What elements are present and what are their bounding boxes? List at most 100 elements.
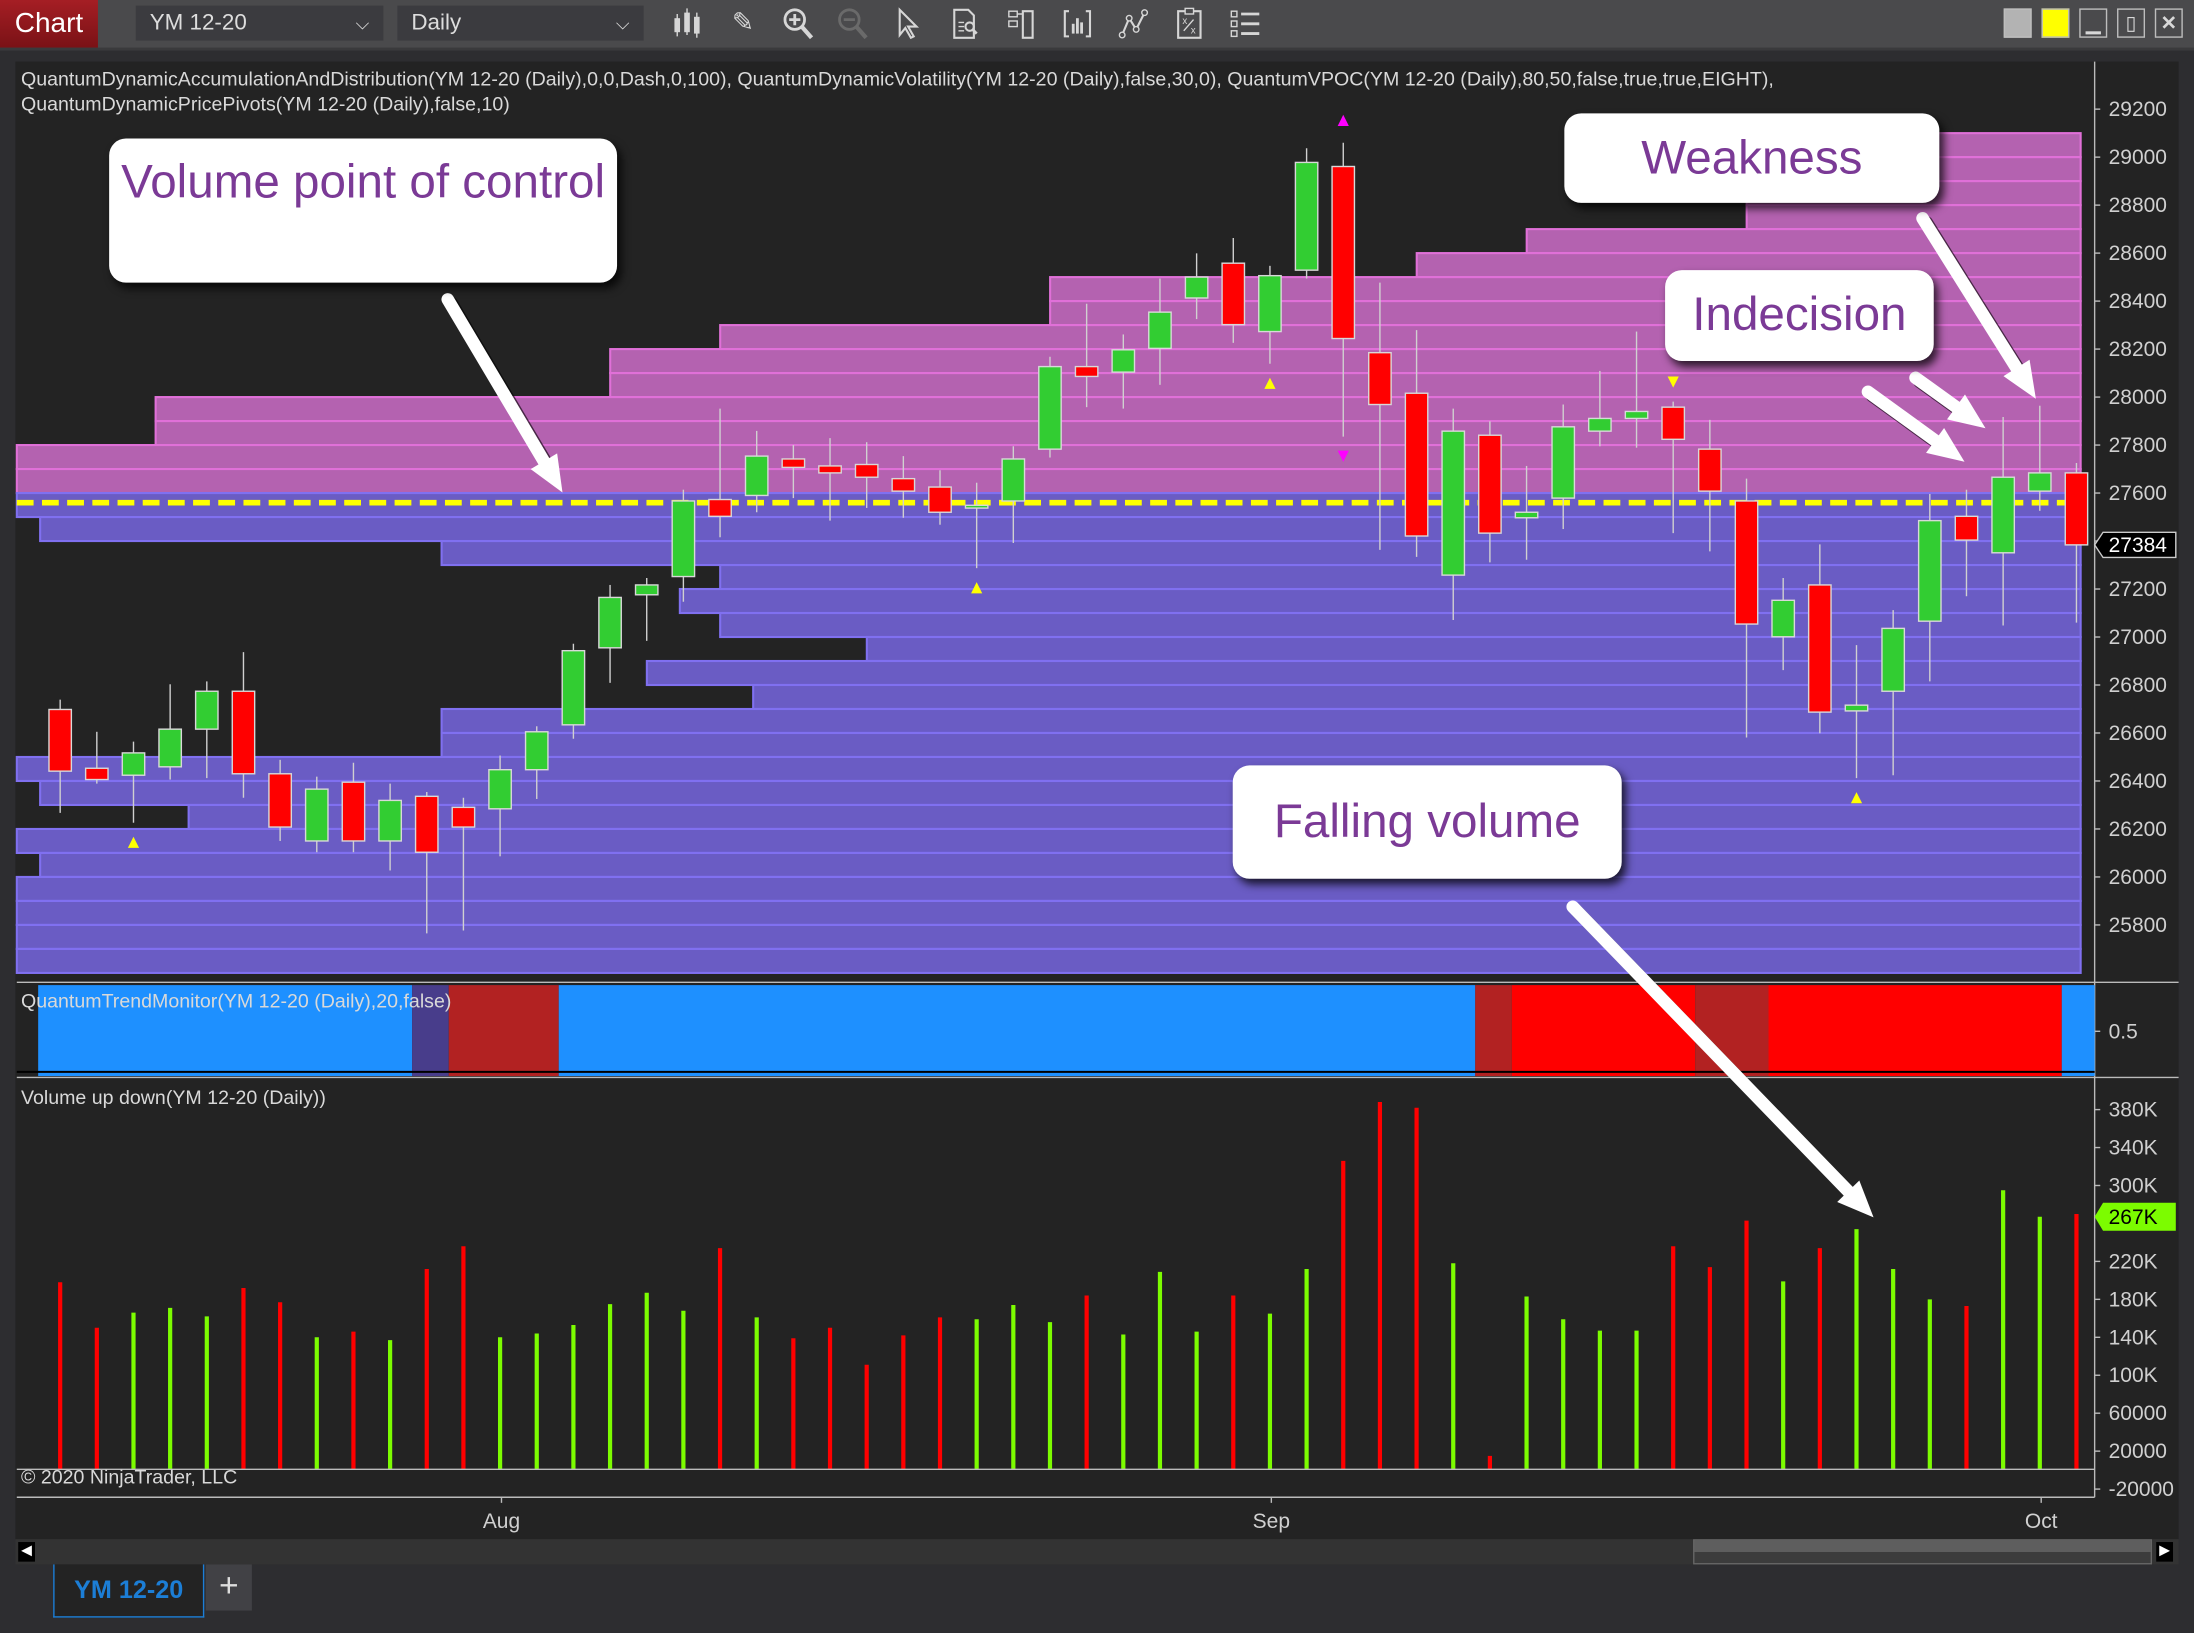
- candle-body: [1917, 519, 1942, 622]
- volume-tick-label: 60000: [2109, 1402, 2167, 1425]
- volume-tick-label: 300K: [2109, 1174, 2158, 1197]
- candle: [1294, 148, 1319, 279]
- candle-body: [1258, 274, 1282, 333]
- callout-indecision: Indecision: [1665, 270, 1934, 362]
- candle-body: [634, 584, 659, 596]
- candle-body: [194, 690, 219, 730]
- volume-tick-label: 20000: [2109, 1440, 2167, 1463]
- candle-body: [1587, 417, 1612, 432]
- candle-body: [1551, 426, 1576, 499]
- callout-falling-volume: Falling volume: [1232, 765, 1622, 879]
- candle-body: [1697, 448, 1722, 492]
- volume-tick-label: 180K: [2109, 1288, 2158, 1311]
- candle-body: [524, 731, 549, 771]
- price-panel-indicators-line2: QuantumDynamicPricePivots(YM 12-20 (Dail…: [20, 92, 510, 115]
- tab-ym-12-20[interactable]: YM 12-20: [53, 1564, 205, 1618]
- last-price-label: 27384: [2109, 534, 2168, 557]
- trend-segment-weak-down: [448, 985, 559, 1077]
- candle-body: [1881, 627, 1906, 692]
- candle-body: [84, 767, 109, 781]
- candle: [561, 643, 586, 739]
- callout-weakness: Weakness: [1564, 113, 1940, 203]
- volume-profile-row: [15, 899, 2082, 926]
- candle-body: [1038, 365, 1062, 450]
- time-axis: Aug Sep Oct: [16, 1496, 2095, 1533]
- callout-vpoc: Volume point of control: [109, 138, 618, 283]
- candle-body: [708, 498, 732, 518]
- volume-bars: [16, 1102, 2095, 1470]
- price-tick-label: 26600: [2109, 722, 2167, 745]
- volume-tick-label: 140K: [2109, 1326, 2158, 1349]
- candle-body: [488, 769, 512, 810]
- price-tick-label: 27600: [2109, 482, 2167, 505]
- price-panel-indicators-line1: QuantumDynamicAccumulationAndDistributio…: [20, 67, 1774, 90]
- candle-body: [378, 799, 402, 842]
- candle-body: [1148, 311, 1172, 350]
- candle: [598, 584, 622, 683]
- candle-body: [1221, 262, 1246, 326]
- candle-body: [964, 504, 989, 509]
- volume-profile-row: [15, 947, 2082, 974]
- volume-label: Volume up down(YM 12-20 (Daily)): [20, 1085, 326, 1109]
- candle-body: [1954, 515, 1979, 541]
- volume-profile-row: [678, 587, 2082, 615]
- candle-body: [781, 458, 806, 469]
- last-volume-label: 267K: [2109, 1206, 2158, 1229]
- price-tick-label: 26400: [2109, 770, 2167, 793]
- candle: [634, 577, 659, 641]
- candle-body: [1184, 276, 1209, 299]
- price-tick-label: 26800: [2109, 674, 2167, 697]
- scroll-right-button[interactable]: ▶: [2156, 1542, 2174, 1562]
- candle-body: [1807, 584, 1832, 713]
- candle-body: [1771, 599, 1796, 638]
- volume-profile-row: [39, 851, 2082, 879]
- candle-body: [1478, 434, 1502, 534]
- volume-profile-row: [1745, 204, 2082, 231]
- candle-body: [1991, 476, 2016, 554]
- candle-body: [304, 788, 329, 842]
- candle-body: [1624, 410, 1649, 420]
- ninjatrader-chart-window: Chart YM 12-20 ⌵ Daily ⌵ ✎ x x ▁ ▯ ✕ 292…: [0, 0, 2194, 1633]
- volume-axis: 380K 340K 300K 220K 180K 140K 100K 60000 20000 -2…: [2094, 1099, 2176, 1501]
- candle-body: [121, 752, 146, 776]
- price-tick-label: 28400: [2109, 290, 2167, 313]
- volume-profile-row: [15, 468, 2082, 495]
- time-tick-label: Oct: [2025, 1510, 2058, 1533]
- volume-tick-label: -20000: [2109, 1478, 2174, 1501]
- scrollbar-thumb[interactable]: [1693, 1539, 2153, 1565]
- volume-tick-label: 340K: [2109, 1137, 2158, 1160]
- volume-profile-row: [15, 755, 2082, 783]
- volume-profile-row: [39, 515, 2082, 543]
- candle-body: [671, 500, 696, 578]
- copyright-text: © 2020 NinjaTrader, LLC: [20, 1465, 238, 1488]
- candle: [158, 684, 183, 780]
- candle-body: [561, 649, 586, 726]
- candle-body: [1074, 365, 1099, 378]
- trend-monitor-label: QuantumTrendMonitor(YM 12-20 (Daily),20,…: [20, 989, 452, 1012]
- price-tick-label: 28200: [2109, 338, 2167, 361]
- candle-body: [1734, 500, 1759, 625]
- candle-body: [2027, 472, 2052, 492]
- horizontal-scrollbar[interactable]: ◀ ▶: [15, 1539, 2179, 1565]
- candle-body: [1331, 165, 1356, 340]
- price-tick-label: 26200: [2109, 818, 2167, 841]
- price-tick-label: 28600: [2109, 242, 2167, 265]
- candle-body: [2064, 472, 2089, 546]
- candle-body: [1294, 161, 1319, 271]
- candle-body: [928, 486, 952, 513]
- volume-profile-row: [154, 420, 2082, 447]
- scroll-left-button[interactable]: ◀: [18, 1542, 35, 1562]
- add-tab-button[interactable]: +: [205, 1564, 252, 1611]
- volume-profile-row: [440, 707, 2082, 735]
- volume-profile-row: [719, 611, 2082, 639]
- candle-body: [1844, 704, 1869, 712]
- price-tick-label: 28000: [2109, 386, 2167, 409]
- volume-profile-row: [15, 923, 2082, 950]
- candle-body: [341, 781, 366, 842]
- pivot-up-marker: [1337, 114, 1349, 126]
- candle-body: [891, 477, 916, 492]
- price-tick-label: 27000: [2109, 626, 2167, 649]
- trend-segment-down: [1768, 985, 2062, 1077]
- candle-body: [414, 795, 439, 853]
- volume-profile-row: [609, 372, 2082, 399]
